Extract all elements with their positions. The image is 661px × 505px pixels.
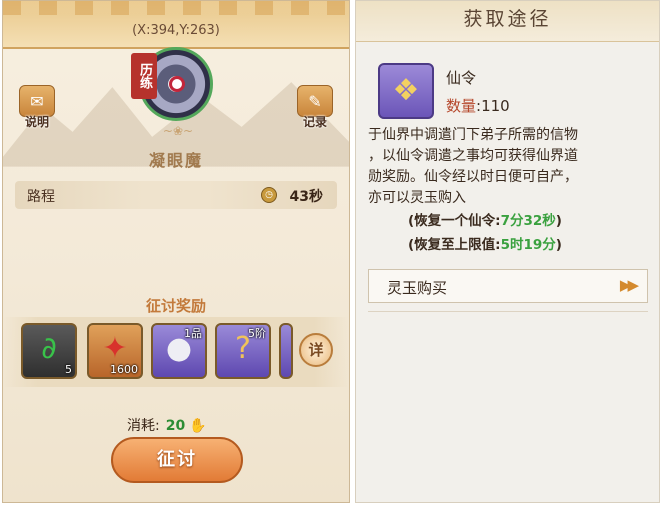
ornament-divider: ~❀~ xyxy=(162,124,194,138)
reward-item-2[interactable]: ✦ 1600 xyxy=(87,323,143,379)
green-jade-ring-icon: ∂ xyxy=(41,331,57,366)
detail-button[interactable]: 详 xyxy=(299,333,333,367)
cost-row: 消耗: 20 ✋ xyxy=(127,415,207,435)
recover-one-row: (恢复一个仙令:7分32秒) xyxy=(408,213,562,229)
immortal-token-icon: ❖ xyxy=(378,63,434,119)
reward-title: 征讨奖励 xyxy=(145,297,206,315)
jade-purchase-label: 灵玉购买 xyxy=(387,279,448,297)
reward-item-4[interactable]: ? 5阶 xyxy=(215,323,271,379)
expedition-panel: (X:394,Y:263) ✉ 说明 ✎ 记录 历练 ~❀~ 凝眼魔 路程 ◷ … xyxy=(2,0,350,503)
cost-value: 20 xyxy=(165,418,186,434)
record-button[interactable]: ✎ 记录 xyxy=(295,85,335,131)
acquire-panel: 获取途径 ❖ 仙令 数量:110 于仙界中调遣门下弟子所需的信物 ，以仙令调遣之… xyxy=(355,0,660,503)
route-label: 路程 xyxy=(27,189,55,205)
help-button[interactable]: ✉ 说明 xyxy=(17,85,57,131)
cost-label: 消耗: xyxy=(127,418,160,434)
enemy-name: 凝眼魔 xyxy=(148,151,203,170)
reward-item-3[interactable]: ● 1品 xyxy=(151,323,207,379)
panel-title: 获取途径 xyxy=(356,1,659,42)
clock-icon: ◷ xyxy=(261,187,277,203)
recover-full-row: (恢复至上限值:5时19分) xyxy=(408,237,562,253)
reward-item-1[interactable]: ∂ 5 xyxy=(21,323,77,379)
divider xyxy=(368,311,648,312)
eye-icon xyxy=(169,76,185,92)
item-quantity: 数量:110 xyxy=(446,97,510,115)
red-phoenix-feather-icon: ✦ xyxy=(102,331,128,366)
double-arrow-right-icon: ▶▶ xyxy=(619,276,639,294)
coordinates-label: (X:394,Y:263) xyxy=(132,23,220,38)
item-description: 于仙界中调遣门下弟子所需的信物 ，以仙令调遣之事均可获得仙界道 勋奖励。仙令经以… xyxy=(368,127,578,206)
token-hand-icon: ✋ xyxy=(189,418,207,434)
training-tag: 历练 xyxy=(131,53,157,99)
route-time: 43秒 xyxy=(289,189,323,205)
route-row: 路程 ◷ 43秒 xyxy=(15,181,337,209)
jade-purchase-button[interactable]: 灵玉购买 ▶▶ xyxy=(368,269,648,303)
reward-item-5-partial[interactable] xyxy=(279,323,293,379)
item-name: 仙令 xyxy=(446,69,477,87)
expedition-button[interactable]: 征讨 xyxy=(111,437,243,483)
